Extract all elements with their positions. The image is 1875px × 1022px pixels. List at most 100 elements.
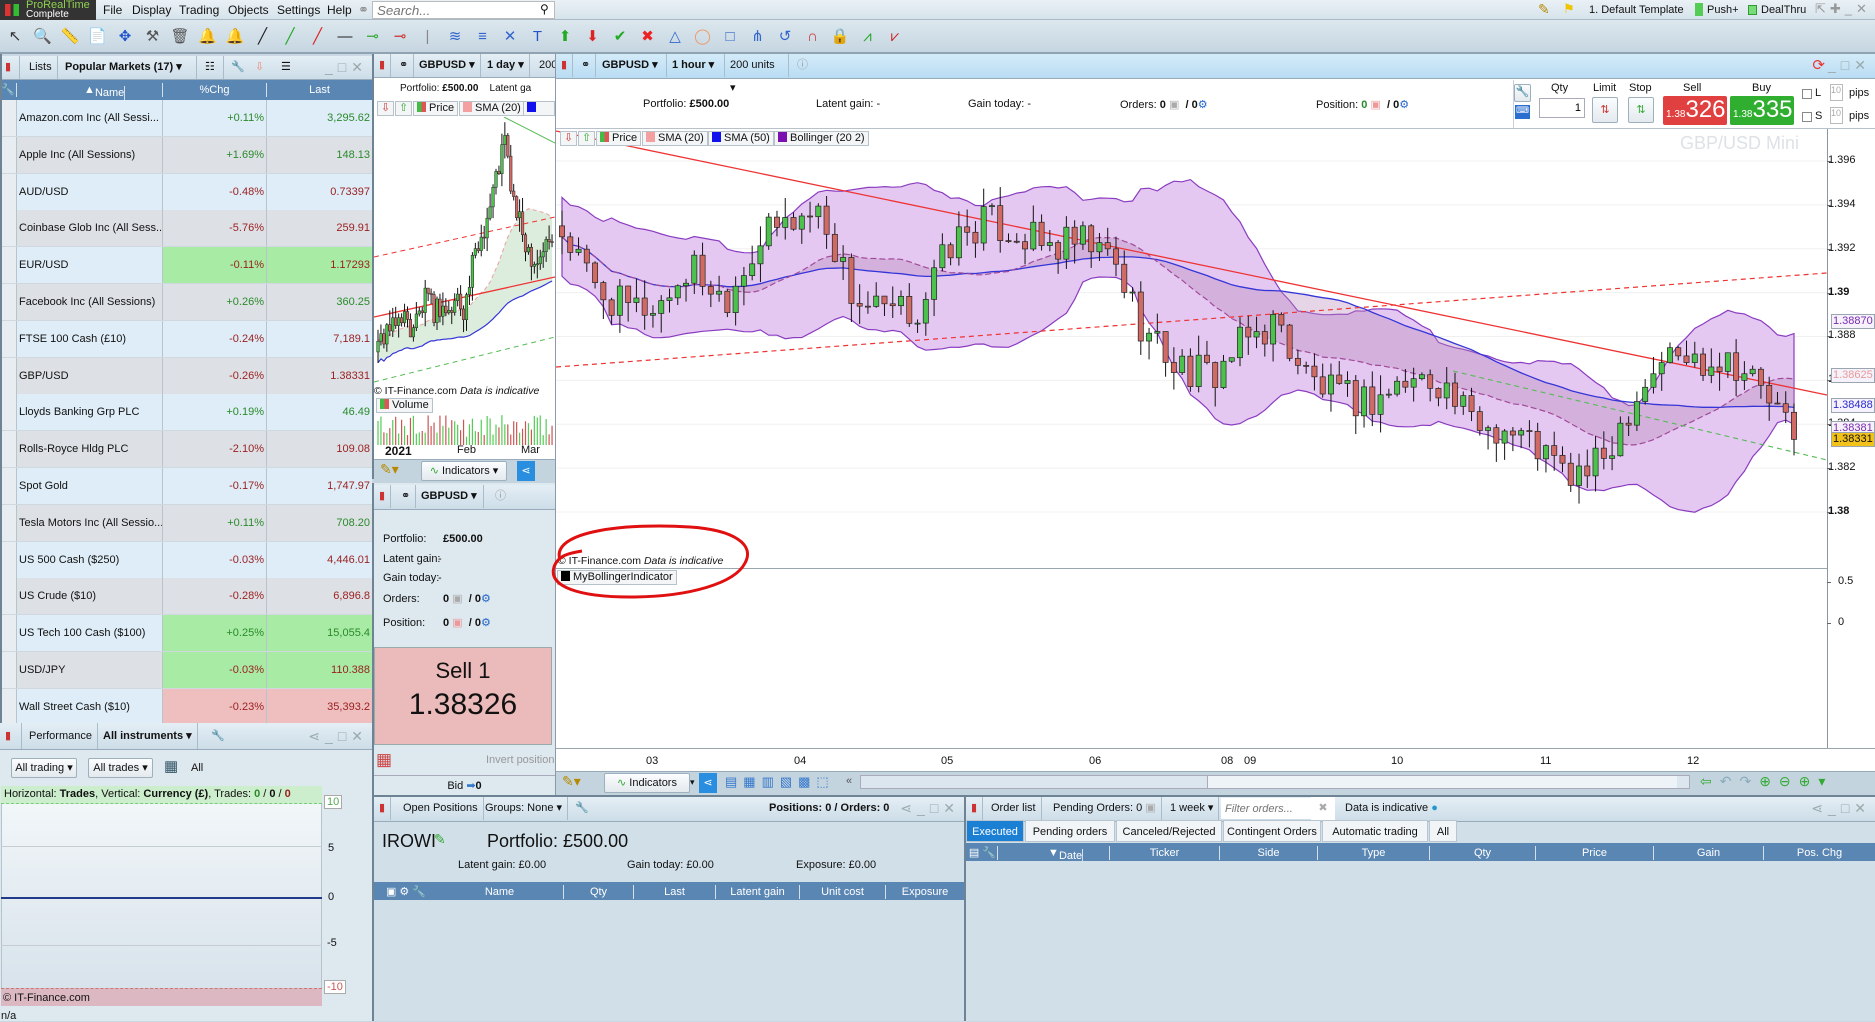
toolbar-tool-icon[interactable]: 🔔: [224, 27, 246, 47]
window-controls[interactable]: ⋖_□✕: [1811, 797, 1871, 820]
column-exposure[interactable]: Exposure: [886, 885, 964, 899]
column-qty[interactable]: Qty: [1430, 846, 1536, 860]
instrument-name[interactable]: USD/JPY: [17, 652, 163, 688]
instrument-name[interactable]: Apple Inc (All Sessions): [17, 136, 163, 173]
draw-icon[interactable]: ✎▾: [380, 461, 399, 478]
menu-help[interactable]: Help: [327, 3, 352, 17]
watchlist-row[interactable]: GBP/USD -0.26% 1.38331: [0, 357, 372, 395]
toolbar-tool-icon[interactable]: 🗑: [169, 27, 191, 47]
toolbar-tool-icon[interactable]: ≡: [472, 27, 494, 47]
legend-sma50[interactable]: SMA (50): [708, 131, 774, 146]
table-tools-icon[interactable]: ▤ 🔧: [968, 846, 998, 860]
invert-position-button[interactable]: Invert position: [486, 754, 554, 766]
toolbar-tool-icon[interactable]: ✔: [609, 27, 631, 47]
watchlist-row[interactable]: Wall Street Cash ($10) -0.23% 35,393.2: [0, 688, 372, 726]
account-icon[interactable]: ✎: [434, 831, 446, 848]
collapse-icon[interactable]: ⇩: [560, 131, 578, 146]
toolbar-tool-icon[interactable]: ⚒: [142, 27, 164, 47]
toolbar-tool-icon[interactable]: ╱: [252, 27, 274, 47]
instrument-name[interactable]: AUD/USD: [17, 173, 163, 210]
pencil-icon[interactable]: ✎: [1538, 1, 1550, 18]
search-icon[interactable]: ⚲: [540, 2, 549, 16]
template-button[interactable]: 1. Default Template: [1589, 4, 1684, 16]
toolbar-tool-icon[interactable]: ◯: [692, 27, 714, 47]
watchlist-row[interactable]: Amazon.com Inc (All Sessi... +0.11% 3,29…: [0, 100, 372, 137]
menu-icon[interactable]: ☰: [276, 56, 296, 79]
symbol-selector[interactable]: GBPUSD ▾: [597, 54, 667, 77]
indicators-dropdown-icon[interactable]: ▾: [690, 777, 695, 788]
column-last[interactable]: Last: [634, 885, 716, 899]
wrench-icon[interactable]: 🔧: [206, 723, 230, 749]
toolbar-tool-icon[interactable]: ╱: [279, 27, 301, 47]
column-ticker[interactable]: Ticker: [1110, 846, 1220, 860]
window-controls[interactable]: ⇱✚_✕: [1815, 1, 1871, 17]
expand-icon[interactable]: ⇧: [578, 131, 596, 146]
zoom-tool-icons[interactable]: ⇦↶↷⊕⊖⊕▾: [1700, 773, 1833, 790]
sell-button[interactable]: Sell 1 1.38326: [374, 647, 552, 745]
instrument-name[interactable]: FTSE 100 Cash (£10): [17, 320, 163, 357]
flag-icon[interactable]: ⚑: [1563, 1, 1575, 17]
timeframe-selector[interactable]: 1 hour ▾: [667, 54, 725, 77]
sort-icon[interactable]: ⇩: [250, 56, 270, 79]
instrument-name[interactable]: US Tech 100 Cash ($100): [17, 615, 163, 652]
buy-button[interactable]: 1.38335: [1730, 96, 1794, 125]
expand-icon[interactable]: ⇧: [395, 101, 413, 116]
indicators-button[interactable]: ∿ Indicators: [604, 773, 690, 793]
watchlist-row[interactable]: USD/JPY -0.03% 110.388: [0, 652, 372, 689]
symbol-selector[interactable]: GBPUSD ▾: [416, 485, 484, 508]
instrument-name[interactable]: GBP/USD: [17, 357, 163, 394]
order-tab[interactable]: Canceled/Rejected: [1116, 820, 1222, 842]
order-tab[interactable]: Executed: [966, 820, 1024, 842]
column-gain[interactable]: Gain: [1654, 846, 1764, 860]
menu-trading[interactable]: Trading: [179, 3, 219, 17]
link-icon[interactable]: ⚭: [358, 2, 369, 18]
instrument-name[interactable]: US Crude ($10): [17, 578, 163, 615]
column-name[interactable]: Name: [436, 885, 564, 899]
wrench-icon[interactable]: 🔧: [570, 797, 594, 820]
watchlist-row[interactable]: US Crude ($10) -0.28% 6,896.8: [0, 578, 372, 616]
toolbar-tool-icon[interactable]: 🔒: [829, 27, 851, 47]
toolbar-tool-icon[interactable]: ↺: [774, 27, 796, 47]
column-qty[interactable]: Qty: [564, 885, 634, 899]
watchlist-row[interactable]: AUD/USD -0.48% 0.73397: [0, 173, 372, 211]
window-controls[interactable]: _□✕: [1828, 54, 1871, 77]
instrument-name[interactable]: Coinbase Glob Inc (All Sess...: [17, 210, 163, 247]
window-controls[interactable]: _□✕: [325, 56, 368, 79]
column-price[interactable]: Price: [1536, 846, 1654, 860]
column-unit-cost[interactable]: Unit cost: [800, 885, 886, 899]
legend-sma50[interactable]: SM: [523, 101, 555, 116]
toolbar-tool-icon[interactable]: ⩘: [857, 27, 879, 47]
instrument-name[interactable]: Facebook Inc (All Sessions): [17, 284, 163, 320]
grid-icon[interactable]: ▦: [376, 750, 392, 770]
chart-tool-icons[interactable]: ▤▦▥▧▩⬚: [725, 774, 835, 790]
bid-button[interactable]: Bid ➡0: [374, 775, 555, 795]
qty-input[interactable]: [1539, 98, 1585, 118]
toolbar-tool-icon[interactable]: 📄: [87, 27, 109, 47]
groups-selector[interactable]: Groups: None ▾: [480, 797, 569, 820]
toolbar-tool-icon[interactable]: □: [719, 27, 741, 47]
watchlist-row[interactable]: US 500 Cash ($250) -0.03% 4,446.01: [0, 541, 372, 579]
menu-file[interactable]: File: [103, 3, 122, 17]
sell-button[interactable]: 1.38326: [1663, 96, 1727, 125]
instrument-name[interactable]: Tesla Motors Inc (All Sessio...: [17, 504, 163, 541]
wrench-icon[interactable]: 🔧: [226, 56, 246, 79]
order-tab[interactable]: Automatic trading: [1322, 820, 1428, 842]
legend-sma20[interactable]: SMA (20): [459, 101, 525, 116]
instrument-name[interactable]: Amazon.com Inc (All Sessi...: [17, 100, 163, 136]
toolbar-tool-icon[interactable]: —: [334, 27, 356, 47]
trendline[interactable]: [503, 117, 555, 144]
watchlist-row[interactable]: Apple Inc (All Sessions) +1.69% 148.13: [0, 136, 372, 174]
watchlist-row[interactable]: FTSE 100 Cash (£10) -0.24% 7,189.1: [0, 320, 372, 358]
push-button[interactable]: Push+: [1707, 4, 1739, 16]
toolbar-tool-icon[interactable]: ↖: [4, 27, 26, 47]
collapse-icon[interactable]: ⇩: [377, 101, 395, 116]
toolbar-tool-icon[interactable]: ≋: [444, 27, 466, 47]
column-side[interactable]: Side: [1220, 846, 1318, 860]
toolbar-tool-icon[interactable]: ✥: [114, 27, 136, 47]
instrument-name[interactable]: US 500 Cash ($250): [17, 541, 163, 578]
clear-filter-icon[interactable]: ✖: [1311, 797, 1335, 820]
column-date[interactable]: ▼ Date: [998, 846, 1110, 863]
instrument-name[interactable]: Spot Gold: [17, 468, 163, 504]
legend-price[interactable]: Price: [413, 101, 459, 116]
indicators-button[interactable]: ∿ Indicators ▾: [421, 461, 507, 481]
